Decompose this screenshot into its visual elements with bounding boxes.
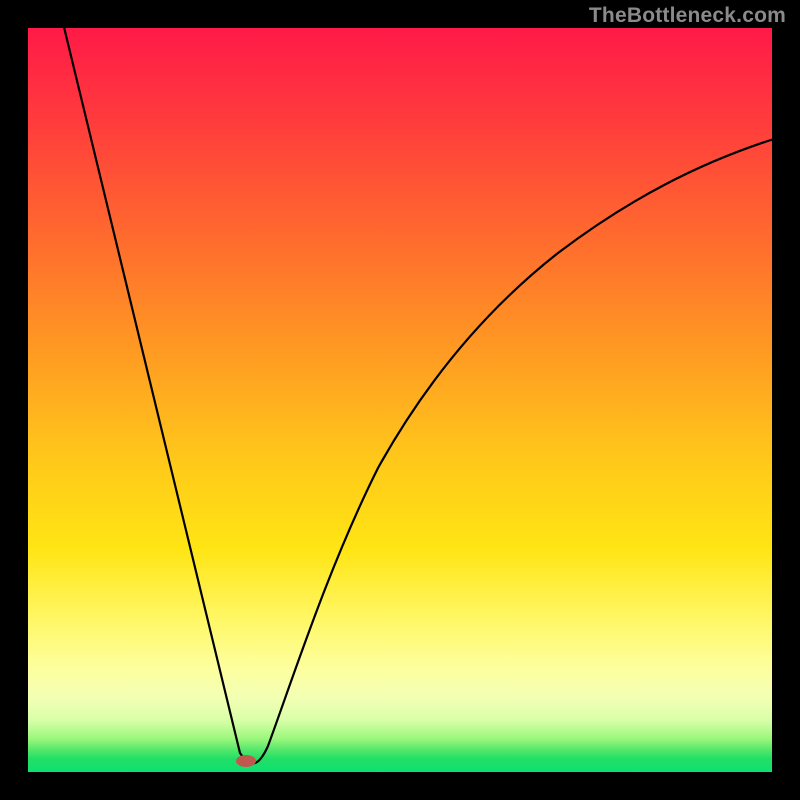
chart-frame: TheBottleneck.com — [0, 0, 800, 800]
minimum-marker-icon — [236, 755, 256, 767]
watermark-text: TheBottleneck.com — [589, 4, 786, 28]
plot-area — [28, 28, 772, 772]
curve-layer — [28, 28, 772, 772]
bottleneck-curve-line — [63, 28, 772, 763]
